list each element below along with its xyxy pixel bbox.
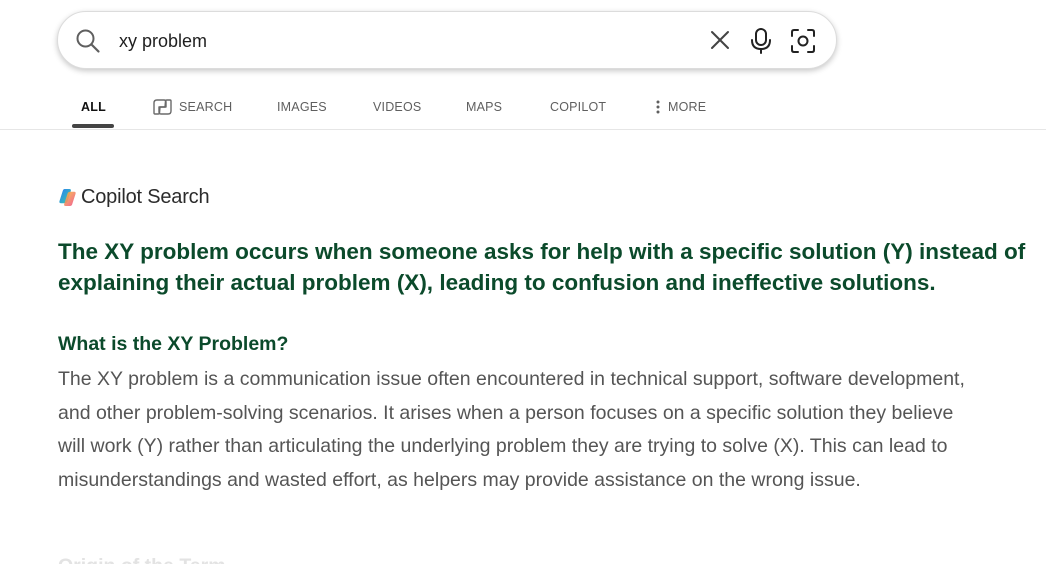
section-title: What is the XY Problem? [58,333,289,355]
active-tab-indicator [72,124,114,128]
search-bar[interactable] [57,11,837,69]
tab-images[interactable]: IMAGES [277,84,327,130]
copilot-search-icon [153,99,172,115]
camera-lens-icon[interactable] [789,27,817,55]
copilot-search-header: Copilot Search [58,184,210,210]
tab-label: SEARCH [179,100,233,114]
tab-videos[interactable]: VIDEOS [373,84,421,130]
tab-label: VIDEOS [373,100,422,114]
tab-more[interactable]: MORE [656,84,706,130]
tab-maps[interactable]: MAPS [466,84,502,130]
answer-heading: The XY problem occurs when someone asks … [58,239,1026,295]
search-results-page: ALL SEARCH IMAGES VIDEOS MAPS COPILOT [0,0,1046,564]
tab-label: IMAGES [277,100,327,114]
search-icon[interactable] [75,28,101,54]
copilot-logo-icon [59,188,76,206]
tab-label: COPILOT [550,100,607,114]
tab-label: MORE [668,100,707,114]
search-input[interactable] [119,26,679,56]
tab-search[interactable]: SEARCH [153,84,232,130]
tab-label: ALL [81,100,106,114]
section-body: The XY problem is a communication issue … [58,368,965,492]
next-section-title: Origin of the Term [58,554,226,564]
copilot-search-title: Copilot Search [81,185,210,208]
close-icon[interactable] [709,29,731,51]
tab-label: MAPS [466,100,503,114]
more-vertical-icon [656,100,660,114]
tab-copilot[interactable]: COPILOT [550,84,606,130]
search-tabs: ALL SEARCH IMAGES VIDEOS MAPS COPILOT MO… [0,84,1046,130]
microphone-icon[interactable] [749,27,773,55]
